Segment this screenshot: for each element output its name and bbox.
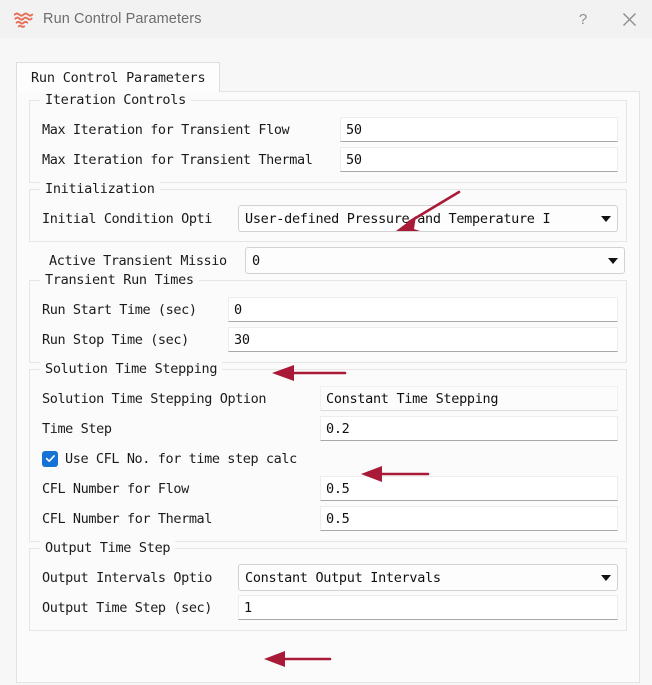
group-title-solution-time-stepping: Solution Time Stepping bbox=[40, 361, 222, 377]
row-cfl-number-flow: CFL Number for Flow 0.5 bbox=[38, 474, 618, 503]
row-output-intervals-option: Output Intervals Optio Constant Output I… bbox=[38, 563, 618, 592]
group-iteration-controls: Iteration Controls Max Iteration for Tra… bbox=[29, 100, 627, 183]
dropdown-initial-condition-option[interactable]: User-defined Pressure and Temperature I bbox=[238, 205, 618, 232]
title-bar-buttons: ? bbox=[560, 0, 652, 38]
label-max-iteration-transient-flow: Max Iteration for Transient Flow bbox=[38, 122, 340, 138]
checkbox-use-cfl[interactable] bbox=[42, 451, 58, 467]
row-max-iteration-transient-thermal: Max Iteration for Transient Thermal 50 bbox=[38, 145, 618, 174]
row-use-cfl-checkbox: Use CFL No. for time step calc bbox=[38, 444, 618, 473]
row-run-start-time: Run Start Time (sec) 0 bbox=[38, 295, 618, 324]
chevron-down-icon bbox=[601, 575, 611, 581]
input-time-step[interactable]: 0.2 bbox=[320, 416, 618, 441]
row-output-time-step: Output Time Step (sec) 1 bbox=[38, 593, 618, 622]
group-title-iteration-controls: Iteration Controls bbox=[40, 92, 191, 108]
window-title: Run Control Parameters bbox=[43, 11, 202, 27]
input-cfl-number-thermal[interactable]: 0.5 bbox=[320, 506, 618, 531]
dropdown-output-intervals-option-value: Constant Output Intervals bbox=[245, 570, 595, 586]
tab-run-control-parameters[interactable]: Run Control Parameters bbox=[16, 62, 220, 92]
input-output-time-step[interactable]: 1 bbox=[238, 595, 618, 620]
label-run-stop-time: Run Stop Time (sec) bbox=[38, 332, 228, 348]
row-solution-time-stepping-option: Solution Time Stepping Option Constant T… bbox=[38, 384, 618, 413]
input-run-start-time[interactable]: 0 bbox=[228, 297, 618, 322]
input-run-stop-time[interactable]: 30 bbox=[228, 327, 618, 352]
label-max-iteration-transient-thermal: Max Iteration for Transient Thermal bbox=[38, 152, 340, 168]
dialog-client-area: Run Control Parameters Iteration Control… bbox=[0, 38, 652, 685]
label-initial-condition-option: Initial Condition Opti bbox=[38, 211, 238, 227]
label-run-start-time: Run Start Time (sec) bbox=[38, 302, 228, 318]
tab-panel: Iteration Controls Max Iteration for Tra… bbox=[16, 91, 640, 683]
label-active-transient-mission: Active Transient Missio bbox=[45, 253, 245, 269]
input-solution-time-stepping-option[interactable]: Constant Time Stepping bbox=[320, 386, 618, 411]
label-output-time-step: Output Time Step (sec) bbox=[38, 600, 238, 616]
input-cfl-number-flow[interactable]: 0.5 bbox=[320, 476, 618, 501]
group-output-time-step: Output Time Step Output Intervals Optio … bbox=[29, 548, 627, 631]
row-max-iteration-transient-flow: Max Iteration for Transient Flow 50 bbox=[38, 115, 618, 144]
label-solution-time-stepping-option: Solution Time Stepping Option bbox=[38, 391, 320, 407]
label-cfl-number-thermal: CFL Number for Thermal bbox=[38, 511, 320, 527]
tab-strip: Run Control Parameters bbox=[16, 62, 640, 92]
input-max-iteration-transient-flow[interactable]: 50 bbox=[340, 117, 618, 142]
row-initial-condition-option: Initial Condition Opti User-defined Pres… bbox=[38, 204, 618, 233]
group-initialization: Initialization Initial Condition Opti Us… bbox=[29, 189, 627, 242]
label-output-intervals-option: Output Intervals Optio bbox=[38, 570, 238, 586]
group-title-initialization: Initialization bbox=[40, 181, 160, 197]
close-button[interactable] bbox=[606, 0, 652, 38]
group-title-transient-run-times: Transient Run Times bbox=[40, 272, 199, 288]
dropdown-active-transient-mission[interactable]: 0 bbox=[245, 247, 625, 274]
dropdown-initial-condition-option-value: User-defined Pressure and Temperature I bbox=[245, 211, 595, 227]
input-max-iteration-transient-thermal[interactable]: 50 bbox=[340, 147, 618, 172]
check-icon bbox=[45, 453, 56, 464]
row-cfl-number-thermal: CFL Number for Thermal 0.5 bbox=[38, 504, 618, 533]
label-time-step: Time Step bbox=[38, 421, 320, 437]
row-run-stop-time: Run Stop Time (sec) 30 bbox=[38, 325, 618, 354]
row-active-transient-mission: Active Transient Missio 0 bbox=[31, 246, 625, 275]
dropdown-output-intervals-option[interactable]: Constant Output Intervals bbox=[238, 564, 618, 591]
help-button[interactable]: ? bbox=[560, 0, 606, 38]
group-title-output-time-step: Output Time Step bbox=[40, 540, 175, 556]
group-solution-time-stepping: Solution Time Stepping Solution Time Ste… bbox=[29, 369, 627, 542]
dropdown-active-transient-mission-value: 0 bbox=[252, 253, 602, 269]
close-icon bbox=[621, 11, 638, 28]
group-transient-run-times: Transient Run Times Run Start Time (sec)… bbox=[29, 280, 627, 363]
chevron-down-icon bbox=[608, 258, 618, 264]
label-use-cfl: Use CFL No. for time step calc bbox=[65, 451, 355, 467]
title-bar: Run Control Parameters ? bbox=[0, 0, 652, 38]
row-time-step: Time Step 0.2 bbox=[38, 414, 618, 443]
run-control-parameters-dialog: Run Control Parameters ? Run Control Par… bbox=[0, 0, 652, 685]
label-cfl-number-flow: CFL Number for Flow bbox=[38, 481, 320, 497]
wave-layers-icon bbox=[12, 8, 34, 30]
chevron-down-icon bbox=[601, 216, 611, 222]
